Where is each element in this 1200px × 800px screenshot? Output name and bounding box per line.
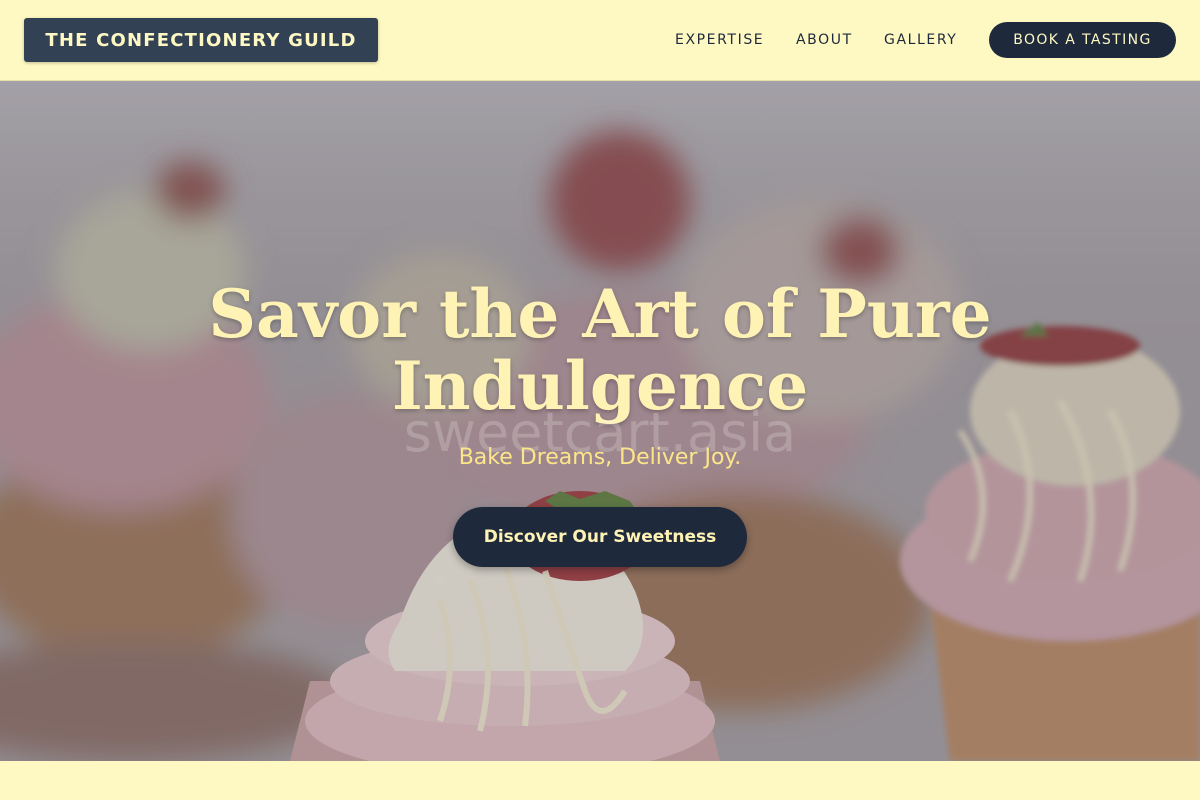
discover-sweetness-button[interactable]: Discover Our Sweetness — [453, 507, 747, 567]
top-navigation-bar: THE CONFECTIONERY GUILD EXPERTISE ABOUT … — [0, 0, 1200, 81]
hero-heading-line-1: Savor the Art of Pure — [208, 275, 992, 353]
nav-link-about[interactable]: ABOUT — [796, 30, 853, 50]
next-section-band — [0, 761, 1200, 800]
book-tasting-button[interactable]: BOOK A TASTING — [989, 22, 1176, 58]
nav-link-expertise[interactable]: EXPERTISE — [675, 30, 764, 50]
site-logo[interactable]: THE CONFECTIONERY GUILD — [24, 18, 378, 62]
hero-section: Savor the Art of Pure Indulgence sweetca… — [0, 81, 1200, 761]
hero-subtitle: Bake Dreams, Deliver Joy. — [458, 445, 742, 470]
nav-link-gallery[interactable]: GALLERY — [884, 30, 957, 50]
